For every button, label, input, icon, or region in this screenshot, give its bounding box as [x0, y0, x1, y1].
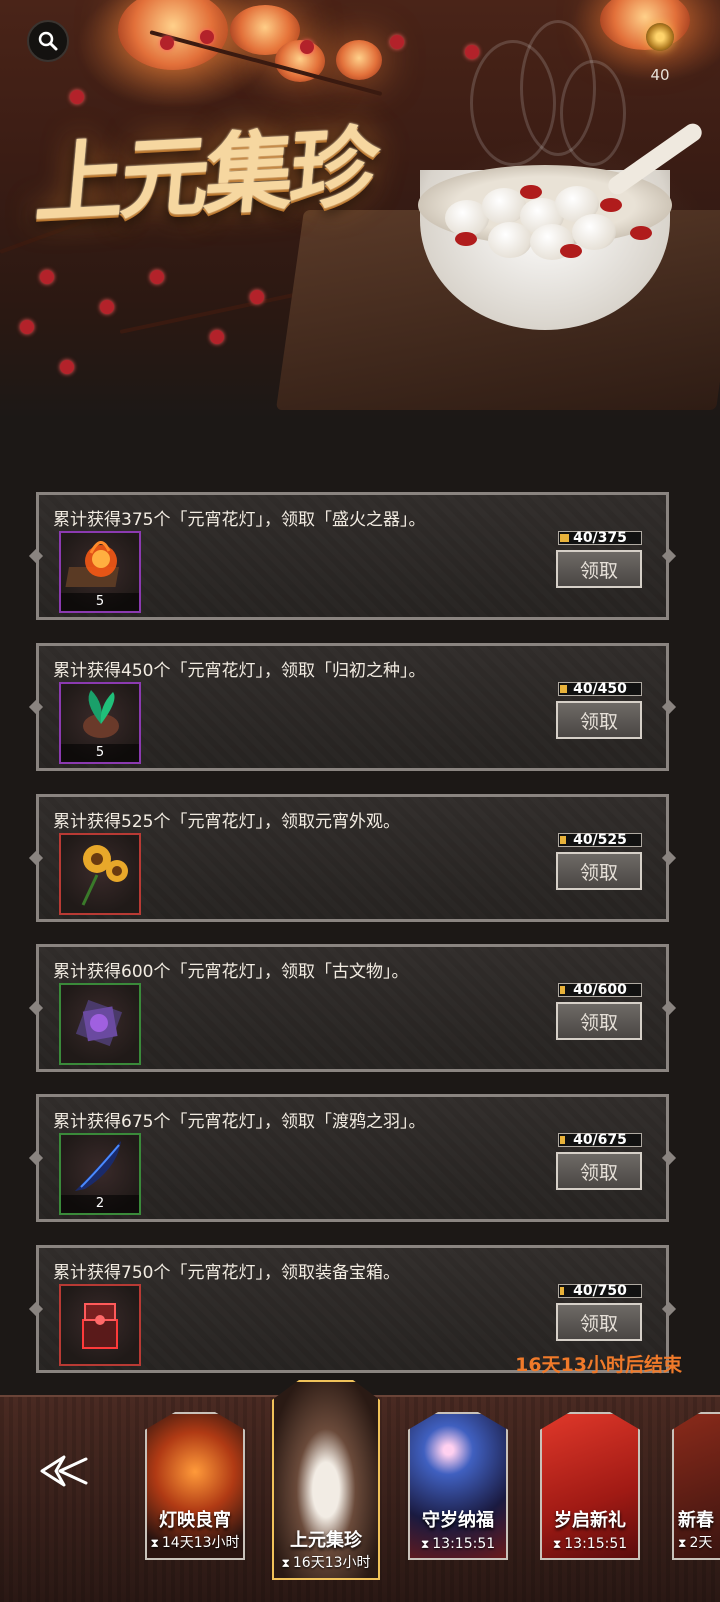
tab-new-year-eve-blessing[interactable]: 守岁纳福 ⧗ 13:15:51	[408, 1412, 508, 1560]
progress-text: 40/450	[573, 681, 627, 697]
tab-shangyuan-treasures[interactable]: 上元集珍 ⧗ 16天13小时	[272, 1380, 380, 1580]
ancient-relic-icon	[75, 999, 123, 1047]
lantern-decoration	[336, 40, 382, 80]
reward-title: 累计获得525个「元宵花灯」，领取元宵外观。	[53, 812, 400, 832]
progress-bar: 40/450	[558, 682, 642, 696]
hourglass-icon: ⧗	[281, 1556, 290, 1570]
flame-relic-icon	[65, 541, 120, 587]
sprout-seed-icon	[83, 690, 119, 738]
reward-title: 累计获得450个「元宵花灯」，领取「归初之种」。	[53, 661, 426, 681]
tab-lantern-night[interactable]: 灯映良宵 ⧗ 14天13小时	[145, 1412, 245, 1560]
reward-item[interactable]	[59, 983, 141, 1065]
claim-button[interactable]: 领取	[556, 852, 642, 890]
progress-bar: 40/600	[558, 983, 642, 997]
tab-time: ⧗ 14天13小时	[150, 1535, 240, 1551]
search-button[interactable]	[27, 20, 69, 62]
claim-button[interactable]: 领取	[556, 550, 642, 588]
tab-time: ⧗ 13:15:51	[552, 1536, 628, 1552]
back-arrow-icon	[40, 1455, 88, 1487]
reward-card: 累计获得375个「元宵花灯」，领取「盛火之器」。 5 40/375 领取	[28, 492, 677, 620]
reward-item[interactable]	[59, 833, 141, 915]
lantern-decoration	[600, 0, 690, 50]
progress-text: 40/750	[573, 1283, 627, 1299]
claim-button[interactable]: 领取	[556, 1152, 642, 1190]
tab-new-year-gift[interactable]: 岁启新礼 ⧗ 13:15:51	[540, 1412, 640, 1560]
reward-title: 累计获得600个「元宵花灯」，领取「古文物」。	[53, 962, 409, 982]
item-count: 5	[61, 744, 139, 762]
reward-card: 累计获得600个「元宵花灯」，领取「古文物」。 40/600 领取	[28, 944, 677, 1072]
tab-label: 灯映良宵	[159, 1510, 231, 1531]
progress-text: 40/375	[573, 530, 627, 546]
reward-item[interactable]: 2	[59, 1133, 141, 1215]
tab-label: 上元集珍	[290, 1530, 362, 1551]
reward-card: 累计获得675个「元宵花灯」，领取「渡鸦之羽」。 2 40/675 领取	[28, 1094, 677, 1222]
reward-card: 累计获得450个「元宵花灯」，领取「归初之种」。 5 40/450 领取	[28, 643, 677, 771]
hourglass-icon: ⧗	[552, 1537, 562, 1551]
hourglass-icon: ⧗	[150, 1536, 159, 1550]
tab-label: 新春	[678, 1510, 714, 1531]
reward-card: 累计获得525个「元宵花灯」，领取元宵外观。 40/525 领取	[28, 794, 677, 922]
reward-item[interactable]: 5	[59, 682, 141, 764]
hourglass-icon: ⧗	[678, 1536, 687, 1550]
event-banner: 上元集珍	[0, 0, 720, 420]
claim-button[interactable]: 领取	[556, 1303, 642, 1341]
currency-count: 40	[650, 66, 670, 84]
sunflower-icon	[81, 845, 128, 906]
event-title: 上元集珍	[31, 114, 380, 236]
tab-time: ⧗ 13:15:51	[420, 1536, 496, 1552]
progress-bar: 40/750	[558, 1284, 642, 1298]
tab-spring-festival[interactable]: 新春 ⧗ 2天	[672, 1412, 720, 1560]
progress-bar: 40/525	[558, 833, 642, 847]
hourglass-icon: ⧗	[420, 1537, 430, 1551]
reward-title: 累计获得750个「元宵花灯」，领取装备宝箱。	[53, 1263, 400, 1283]
claim-button[interactable]: 领取	[556, 1002, 642, 1040]
tab-label: 岁启新礼	[554, 1510, 626, 1531]
reward-item[interactable]: 5	[59, 531, 141, 613]
raven-feather-icon	[75, 1141, 121, 1191]
reward-title: 累计获得375个「元宵花灯」，领取「盛火之器」。	[53, 510, 426, 530]
search-icon	[38, 31, 58, 51]
reward-title: 累计获得675个「元宵花灯」，领取「渡鸦之羽」。	[53, 1112, 426, 1132]
item-count: 2	[61, 1195, 139, 1213]
progress-text: 40/525	[573, 832, 627, 848]
tab-time: ⧗ 16天13小时	[281, 1555, 371, 1571]
progress-bar: 40/675	[558, 1133, 642, 1147]
tab-label: 守岁纳福	[422, 1510, 494, 1531]
reward-item[interactable]	[59, 1284, 141, 1366]
equipment-chest-icon	[82, 1303, 118, 1349]
tab-time: ⧗ 2天	[678, 1535, 713, 1551]
progress-text: 40/675	[573, 1132, 627, 1148]
item-count: 5	[61, 593, 139, 611]
back-button[interactable]	[38, 1445, 90, 1497]
claim-button[interactable]: 领取	[556, 701, 642, 739]
progress-text: 40/600	[573, 982, 627, 998]
progress-bar: 40/375	[558, 531, 642, 545]
event-end-timer: 16天13小时后结束	[515, 1354, 682, 1376]
currency-icon[interactable]	[646, 23, 674, 51]
